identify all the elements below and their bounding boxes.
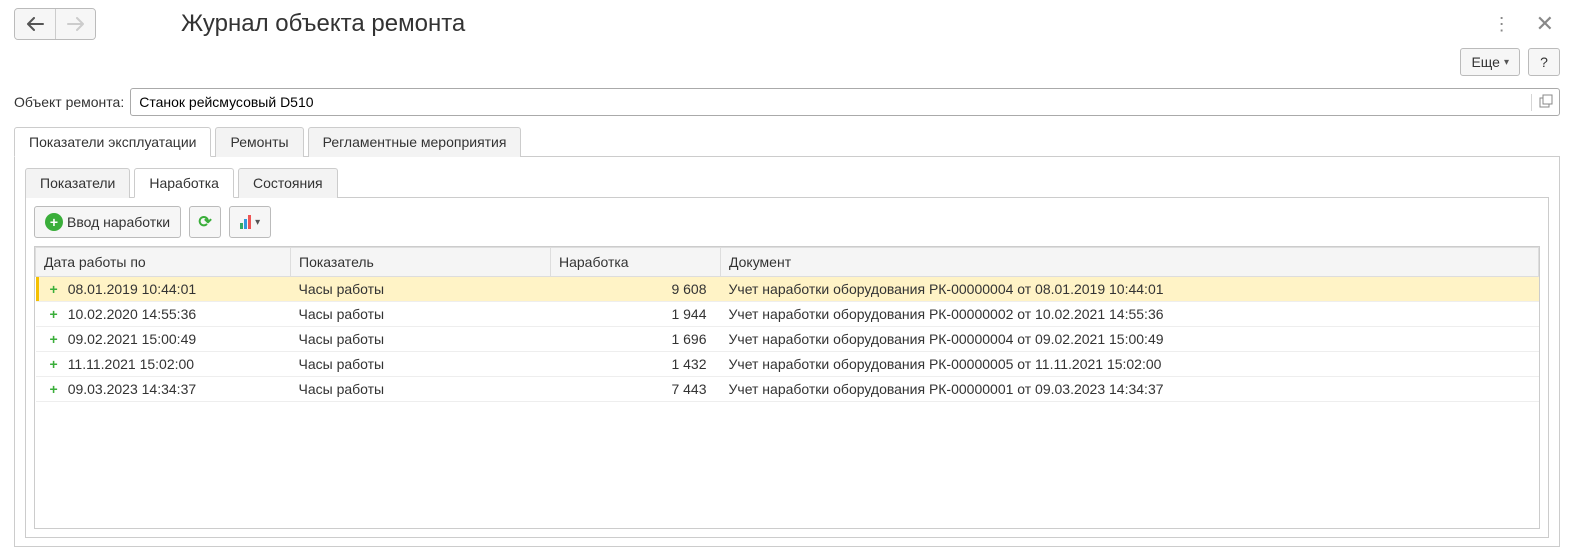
column-header[interactable]: Наработка — [551, 248, 721, 277]
inner-tabs: ПоказателиНаработкаСостояния — [25, 167, 1549, 198]
main-tab-2[interactable]: Регламентные мероприятия — [308, 127, 522, 157]
main-tab-0[interactable]: Показатели эксплуатации — [14, 127, 211, 157]
row-status-icon: + — [50, 381, 58, 397]
repair-object-label: Объект ремонта: — [14, 94, 124, 110]
main-tabs: Показатели эксплуатацииРемонтыРегламентн… — [14, 126, 1560, 157]
page-title: Журнал объекта ремонта — [181, 10, 1493, 38]
table-row[interactable]: +08.01.2019 10:44:01Часы работы9 608Учет… — [36, 277, 1539, 302]
help-button[interactable]: ? — [1528, 48, 1560, 76]
inner-tab-0[interactable]: Показатели — [25, 168, 130, 198]
row-status-icon: + — [50, 356, 58, 372]
chart-button[interactable]: ▾ — [229, 206, 271, 238]
add-hours-label: Ввод наработки — [67, 214, 170, 230]
inner-panel: + Ввод наработки ⟳ ▾ Дата работы поПоказ… — [25, 198, 1549, 538]
data-grid[interactable]: Дата работы поПоказательНаработкаДокумен… — [34, 246, 1540, 529]
inner-tab-2[interactable]: Состояния — [238, 168, 338, 198]
nav-buttons — [14, 8, 96, 40]
main-panel: ПоказателиНаработкаСостояния + Ввод нара… — [14, 157, 1560, 547]
more-button[interactable]: Еще ▾ — [1460, 48, 1520, 76]
repair-object-field[interactable] — [130, 88, 1560, 116]
table-row[interactable]: +10.02.2020 14:55:36Часы работы1 944Учет… — [36, 302, 1539, 327]
plus-icon: + — [45, 213, 63, 231]
row-status-icon: + — [50, 306, 58, 322]
repair-object-input[interactable] — [131, 90, 1531, 114]
table-row[interactable]: +09.02.2021 15:00:49Часы работы1 696Учет… — [36, 327, 1539, 352]
column-header[interactable]: Показатель — [291, 248, 551, 277]
table-row[interactable]: +11.11.2021 15:02:00Часы работы1 432Учет… — [36, 352, 1539, 377]
chevron-down-icon: ▾ — [1504, 57, 1509, 68]
back-button[interactable] — [15, 9, 55, 39]
kebab-menu-icon[interactable]: ⋮ — [1493, 14, 1512, 35]
close-icon[interactable]: ✕ — [1530, 11, 1560, 37]
chart-icon — [240, 215, 251, 229]
row-status-icon: + — [50, 281, 58, 297]
help-button-label: ? — [1540, 54, 1548, 70]
main-tab-1[interactable]: Ремонты — [215, 127, 303, 157]
add-hours-button[interactable]: + Ввод наработки — [34, 206, 181, 238]
more-button-label: Еще — [1471, 54, 1500, 70]
forward-button[interactable] — [55, 9, 95, 39]
row-status-icon: + — [50, 331, 58, 347]
inner-tab-1[interactable]: Наработка — [134, 168, 234, 198]
open-reference-icon[interactable] — [1531, 94, 1559, 111]
refresh-button[interactable]: ⟳ — [189, 206, 221, 238]
column-header[interactable]: Документ — [721, 248, 1539, 277]
table-row[interactable]: +09.03.2023 14:34:37Часы работы7 443Учет… — [36, 377, 1539, 402]
chevron-down-icon: ▾ — [255, 217, 260, 228]
column-header[interactable]: Дата работы по — [36, 248, 291, 277]
refresh-icon: ⟳ — [198, 212, 211, 232]
